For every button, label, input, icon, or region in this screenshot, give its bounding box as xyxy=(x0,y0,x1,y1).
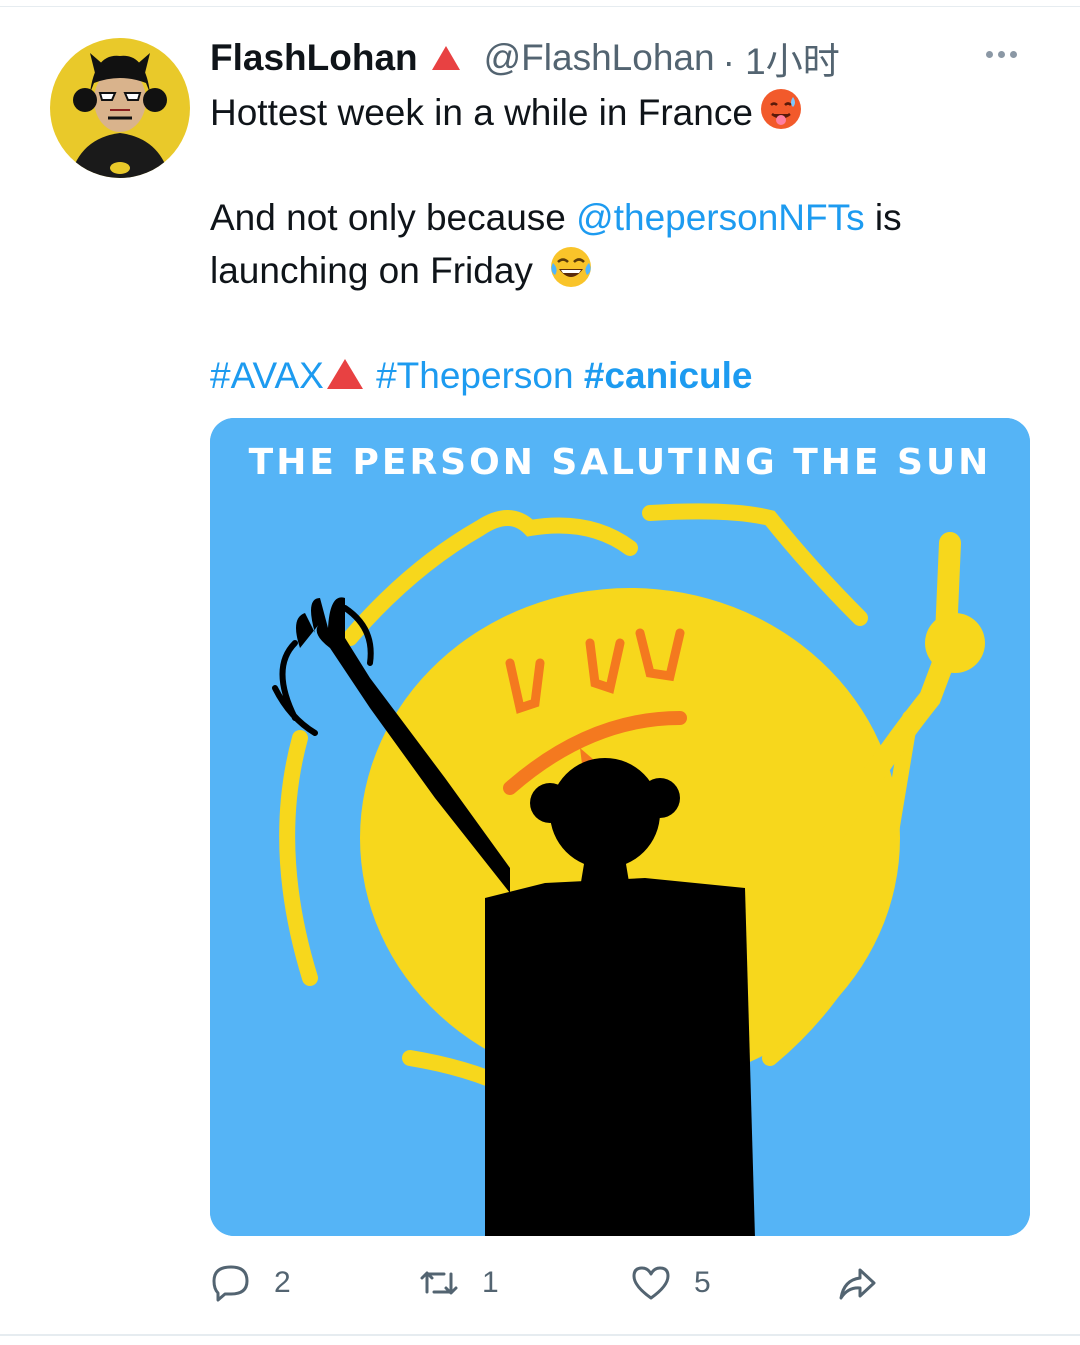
sun-illustration xyxy=(210,418,1030,1236)
laughing-emoji xyxy=(551,247,592,287)
mention-link[interactable]: @thepersonNFTs xyxy=(576,197,864,238)
more-icon xyxy=(986,50,993,58)
top-divider xyxy=(0,6,1080,7)
reply-button[interactable]: 2 xyxy=(210,1255,291,1311)
tweet-line-2: And not only because @thepersonNFTs is xyxy=(210,197,902,238)
share-icon xyxy=(839,1268,876,1300)
hashtag-line: #AVAX #Theperson #canicule xyxy=(210,349,1000,402)
tweet-line-1: Hottest week in a while in France xyxy=(210,86,1000,139)
bottom-divider xyxy=(0,1334,1080,1336)
hot-face-emoji xyxy=(760,89,801,129)
hashtag-avax[interactable]: #AVAX xyxy=(210,355,324,396)
tweet-header: FlashLohan @FlashLohan · 1小时 xyxy=(210,30,840,86)
tweet-image[interactable]: THE PERSON SALUTING THE SUN xyxy=(210,418,1030,1236)
tweet-time[interactable]: · 1小时 xyxy=(723,31,840,85)
tweet-actions: 2 1 5 xyxy=(210,1255,1030,1311)
retweet-count: 1 xyxy=(482,1266,499,1299)
tweet-line-3: launching on Friday xyxy=(210,244,1000,297)
author-handle[interactable]: @FlashLohan xyxy=(484,37,715,79)
reply-count: 2 xyxy=(274,1266,291,1299)
hashtag-theperson[interactable]: #Theperson xyxy=(376,355,573,396)
author-name[interactable]: FlashLohan xyxy=(210,37,418,79)
avatar[interactable] xyxy=(50,38,190,178)
like-count: 5 xyxy=(694,1266,711,1299)
reply-icon xyxy=(212,1265,249,1302)
avax-triangle-icon xyxy=(431,46,460,70)
avax-triangle-icon xyxy=(326,359,363,389)
retweet-button[interactable]: 1 xyxy=(418,1255,499,1311)
share-button[interactable] xyxy=(836,1255,878,1311)
tweet-text: Hottest week in a while in France And no… xyxy=(210,86,1000,402)
more-options-button[interactable] xyxy=(986,44,1026,64)
retweet-icon xyxy=(420,1271,458,1295)
image-caption: THE PERSON SALUTING THE SUN xyxy=(248,442,992,483)
like-button[interactable]: 5 xyxy=(630,1255,711,1311)
like-icon xyxy=(632,1266,670,1300)
hashtag-canicule[interactable]: #canicule xyxy=(584,355,753,396)
